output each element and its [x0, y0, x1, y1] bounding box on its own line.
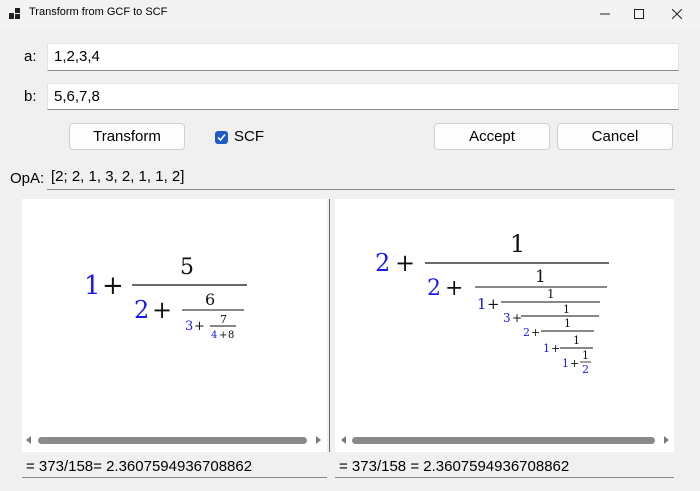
cancel-button[interactable]: Cancel: [557, 123, 673, 150]
opa-label: OpA:: [10, 170, 45, 187]
scf-formula: 2 + 1 2 + 1 1 + 1 3 + 1 2 + 1 1 + 1 1 + …: [375, 230, 609, 376]
scf-term-3: 3: [503, 311, 511, 325]
scf-plus-6: +: [570, 357, 579, 370]
app-icon: [9, 8, 21, 20]
scf-plus-1: +: [445, 276, 463, 301]
check-icon: [217, 133, 226, 142]
scf-plus-3: +: [512, 311, 522, 325]
window-title: Transform from GCF to SCF: [29, 6, 168, 18]
scf-formula-panel: 2 + 1 2 + 1 1 + 1 3 + 1 2 + 1 1 + 1 1 + …: [335, 199, 674, 452]
scf-one-4: 1: [563, 303, 570, 316]
gcf-formula-panel: 1 + 5 2 + 6 3 + 7 4 + 8: [22, 199, 327, 452]
title-bar[interactable]: Transform from GCF to SCF: [0, 0, 700, 28]
scf-checkbox[interactable]: [215, 131, 228, 144]
minimize-icon: [600, 13, 610, 15]
a-input[interactable]: 1,2,3,4: [47, 43, 679, 71]
gcf-a0: 1: [84, 271, 101, 301]
scf-term-1: 2: [427, 276, 441, 301]
scroll-right-icon[interactable]: [316, 436, 321, 444]
scf-term-0: 2: [375, 249, 390, 277]
scf-plus-2: +: [487, 295, 500, 313]
maximize-icon: [634, 9, 644, 19]
scf-one-3: 1: [547, 287, 555, 301]
b-input[interactable]: 5,6,7,8: [47, 83, 679, 110]
transform-button[interactable]: Transform: [69, 123, 185, 150]
scroll-right-icon[interactable]: [664, 436, 669, 444]
close-button[interactable]: [654, 0, 700, 28]
scf-one-7: 1: [582, 349, 589, 362]
left-horizontal-scrollbar[interactable]: [22, 433, 327, 447]
scf-term-7: 2: [582, 363, 589, 376]
scf-one-6: 1: [573, 334, 580, 347]
a-label: a:: [24, 48, 37, 65]
scf-term-4: 2: [523, 326, 530, 339]
scf-term-6: 1: [562, 357, 569, 370]
scf-term-2: 1: [477, 295, 487, 313]
gcf-a1: 2: [134, 296, 149, 324]
b-label: b:: [24, 88, 37, 105]
scf-one-2: 1: [535, 267, 546, 287]
opa-field[interactable]: [2; 2, 1, 3, 2, 1, 1, 2]: [47, 166, 675, 190]
gcf-plus-4: +: [219, 330, 227, 341]
scf-label[interactable]: SCF: [234, 128, 264, 145]
gcf-a3: 4: [211, 330, 217, 341]
gcf-plus-1: +: [102, 271, 124, 301]
gcf-b1: 5: [180, 255, 194, 280]
scroll-left-icon[interactable]: [26, 436, 31, 444]
gcf-b3: 7: [220, 313, 227, 326]
scf-one-1: 1: [510, 230, 525, 258]
scf-one-5: 1: [564, 317, 571, 330]
gcf-plus-2: +: [152, 296, 172, 324]
gcf-plus-3: +: [194, 319, 205, 334]
scf-plus-4: +: [531, 326, 540, 339]
gcf-formula: 1 + 5 2 + 6 3 + 7 4 + 8: [84, 255, 247, 341]
left-scroll-thumb[interactable]: [38, 437, 307, 444]
right-horizontal-scrollbar[interactable]: [335, 433, 674, 447]
scf-term-5: 1: [543, 342, 550, 355]
gcf-b4: 8: [228, 330, 234, 341]
right-scroll-thumb[interactable]: [352, 437, 655, 444]
accept-button[interactable]: Accept: [434, 123, 550, 150]
panel-splitter[interactable]: [329, 199, 332, 452]
scf-plus-0: +: [395, 249, 415, 277]
gcf-a2: 3: [185, 319, 193, 334]
gcf-b2: 6: [205, 290, 215, 309]
close-icon: [672, 9, 682, 19]
right-result-field[interactable]: = 373/158 = 2.3607594936708862: [335, 456, 674, 478]
scroll-left-icon[interactable]: [341, 436, 346, 444]
scf-plus-5: +: [551, 342, 560, 355]
left-result-field[interactable]: = 373/158= 2.3607594936708862: [22, 456, 327, 478]
